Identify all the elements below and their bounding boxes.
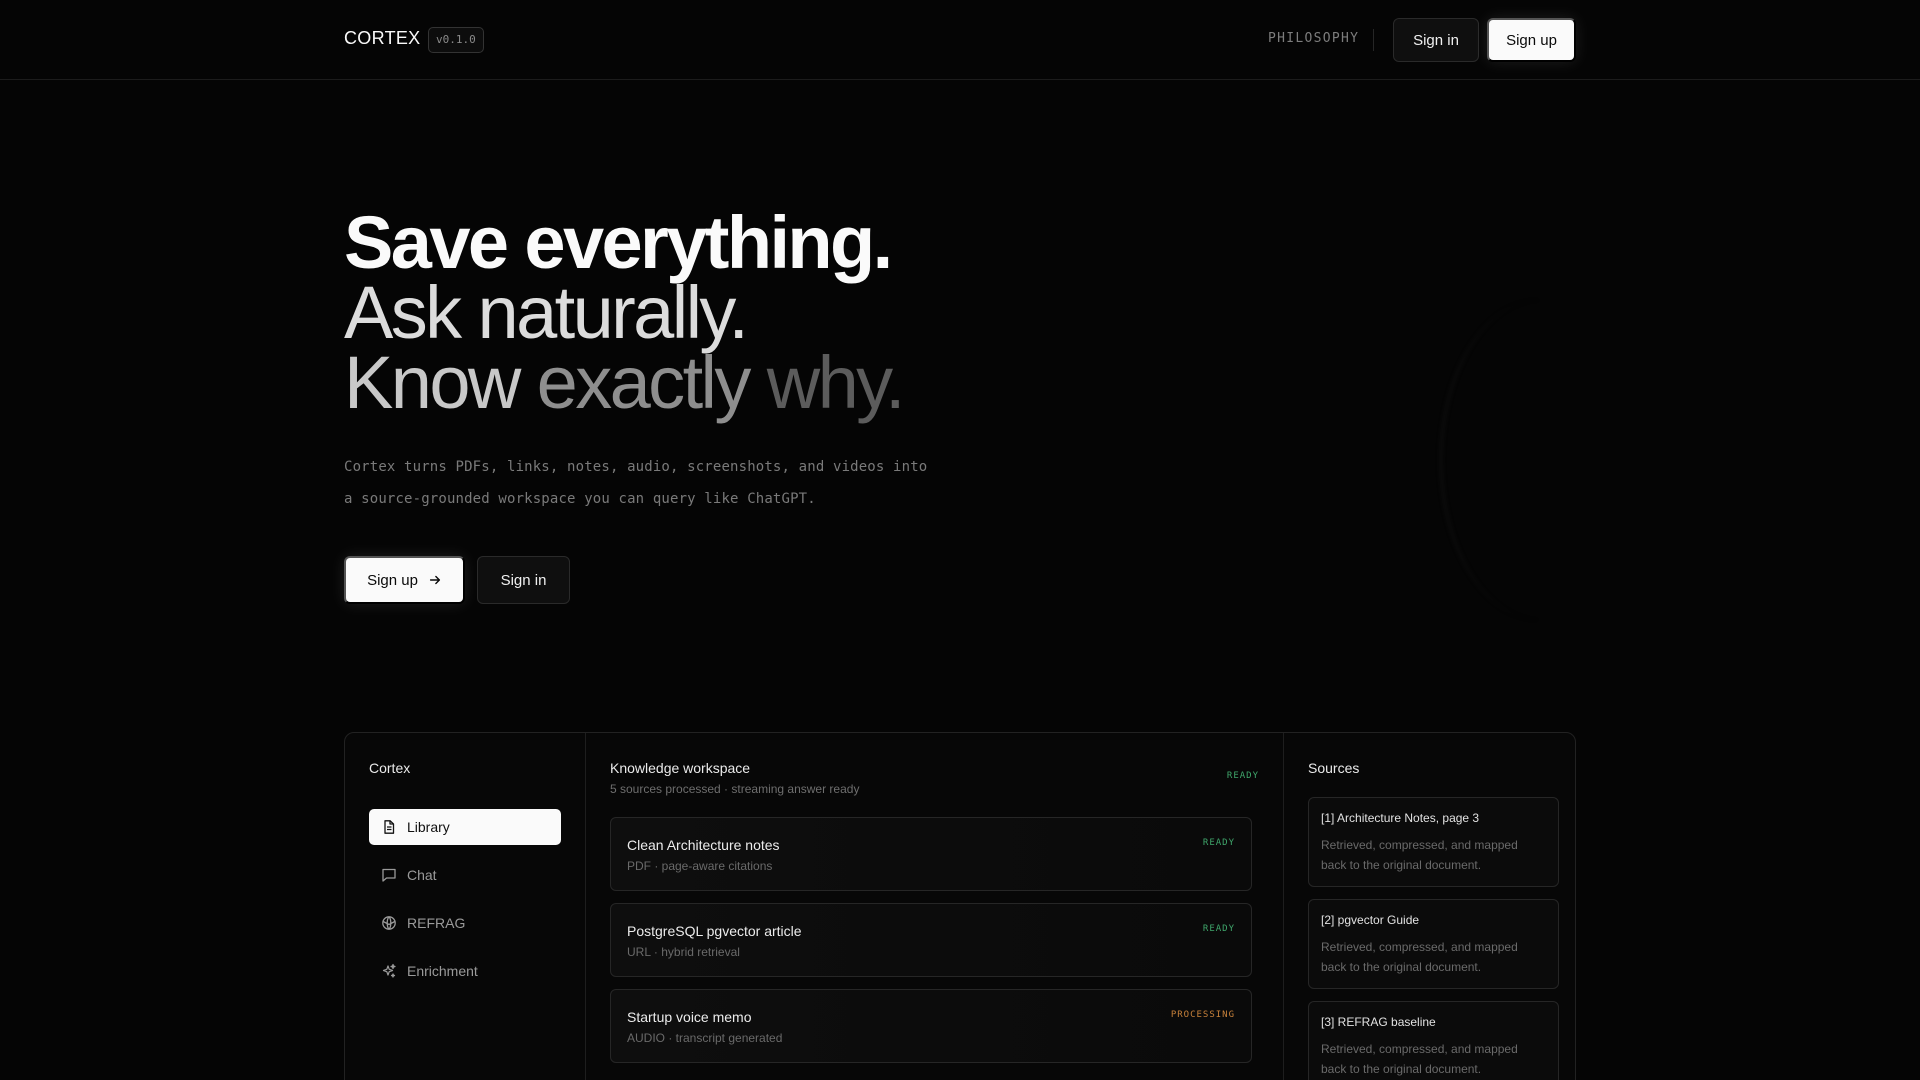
citation-title: [3] REFRAG baseline [1321, 1015, 1436, 1029]
hero-headline-line-2: Ask naturally. [344, 271, 749, 354]
sources-panel: Sources [1] Architecture Notes, page 3 R… [1284, 733, 1575, 1080]
hero-signup-label: Sign up [367, 571, 418, 589]
hero-headline-line-3: Know exactly why. [344, 346, 906, 420]
sidebar-item-label: REFRAG [407, 915, 466, 931]
hero-signin-button[interactable]: Sign in [477, 556, 570, 604]
app-sidebar: Cortex Library Chat REFRAG Enrichment [345, 733, 586, 1080]
source-card[interactable]: PostgreSQL pgvector article URL · hybrid… [610, 903, 1252, 977]
sources-title: Sources [1308, 760, 1360, 776]
status-badge: READY [1202, 838, 1235, 848]
chat-icon [382, 868, 396, 882]
top-nav: CORTEX v0.1.0 PHILOSOPHY Sign in Sign up [0, 0, 1920, 80]
sidebar-item-enrichment[interactable]: Enrichment [369, 953, 561, 989]
citation-body: Retrieved, compressed, and mapped back t… [1321, 940, 1518, 974]
nav-signin-button[interactable]: Sign in [1393, 18, 1479, 62]
source-card-title: Startup voice memo [627, 1009, 752, 1025]
source-card-meta: AUDIO · transcript generated [627, 1031, 783, 1045]
hero-description-line-1: Cortex turns PDFs, links, notes, audio, … [344, 459, 928, 475]
sidebar-item-refrag[interactable]: REFRAG [369, 905, 561, 941]
citation-body: Retrieved, compressed, and mapped back t… [1321, 1042, 1518, 1076]
workspace-subtitle: 5 sources processed · streaming answer r… [610, 782, 860, 796]
arrow-right-icon [429, 575, 441, 585]
sidebar-item-label: Library [407, 819, 450, 835]
hero-headline-line-1: Save everything. [344, 201, 893, 284]
workspace-panel: Knowledge workspace 5 sources processed … [586, 733, 1284, 1080]
source-card-meta: PDF · page-aware citations [627, 859, 773, 873]
citation-card[interactable]: [3] REFRAG baseline Retrieved, compresse… [1308, 1001, 1559, 1080]
sidebar-item-label: Enrichment [407, 963, 478, 979]
workspace-status-badge: READY [1226, 771, 1259, 781]
source-card-meta: URL · hybrid retrieval [627, 945, 740, 959]
hero-description-line-2: a source-grounded workspace you can quer… [344, 491, 816, 507]
app-preview: Cortex Library Chat REFRAG Enrichment Kn… [344, 732, 1576, 1080]
globe-icon [382, 916, 396, 930]
source-card-title: PostgreSQL pgvector article [627, 923, 802, 939]
citation-card[interactable]: [1] Architecture Notes, page 3 Retrieved… [1308, 797, 1559, 887]
sidebar-item-label: Chat [407, 867, 437, 883]
source-card[interactable]: Clean Architecture notes PDF · page-awar… [610, 817, 1252, 891]
nav-signup-button[interactable]: Sign up [1487, 18, 1576, 62]
citation-title: [1] Architecture Notes, page 3 [1321, 811, 1480, 825]
hero-signup-button[interactable]: Sign up [344, 556, 465, 604]
document-icon [384, 820, 395, 834]
sidebar-title: Cortex [369, 760, 411, 776]
source-card[interactable]: Startup voice memo AUDIO · transcript ge… [610, 989, 1252, 1063]
source-card-title: Clean Architecture notes [627, 837, 780, 853]
citation-card[interactable]: [2] pgvector Guide Retrieved, compressed… [1308, 899, 1559, 989]
brand-logo[interactable]: CORTEX [344, 28, 420, 49]
sidebar-item-chat[interactable]: Chat [369, 857, 561, 893]
nav-link-philosophy[interactable]: PHILOSOPHY [1268, 31, 1359, 46]
status-badge: READY [1202, 924, 1235, 934]
status-badge: PROCESSING [1170, 1010, 1235, 1020]
sidebar-item-library[interactable]: Library [369, 809, 561, 845]
workspace-title: Knowledge workspace [610, 760, 751, 776]
citation-title: [2] pgvector Guide [1321, 913, 1420, 927]
hero-line3-exactly: exactly [536, 341, 752, 424]
sparkles-icon [382, 963, 396, 978]
hero-line3-why: why. [748, 341, 906, 424]
version-badge: v0.1.0 [428, 27, 484, 53]
decorative-glow [1440, 300, 1640, 620]
hero-line3-know: Know [344, 341, 537, 424]
nav-divider [1373, 29, 1374, 51]
citation-body: Retrieved, compressed, and mapped back t… [1321, 838, 1518, 872]
